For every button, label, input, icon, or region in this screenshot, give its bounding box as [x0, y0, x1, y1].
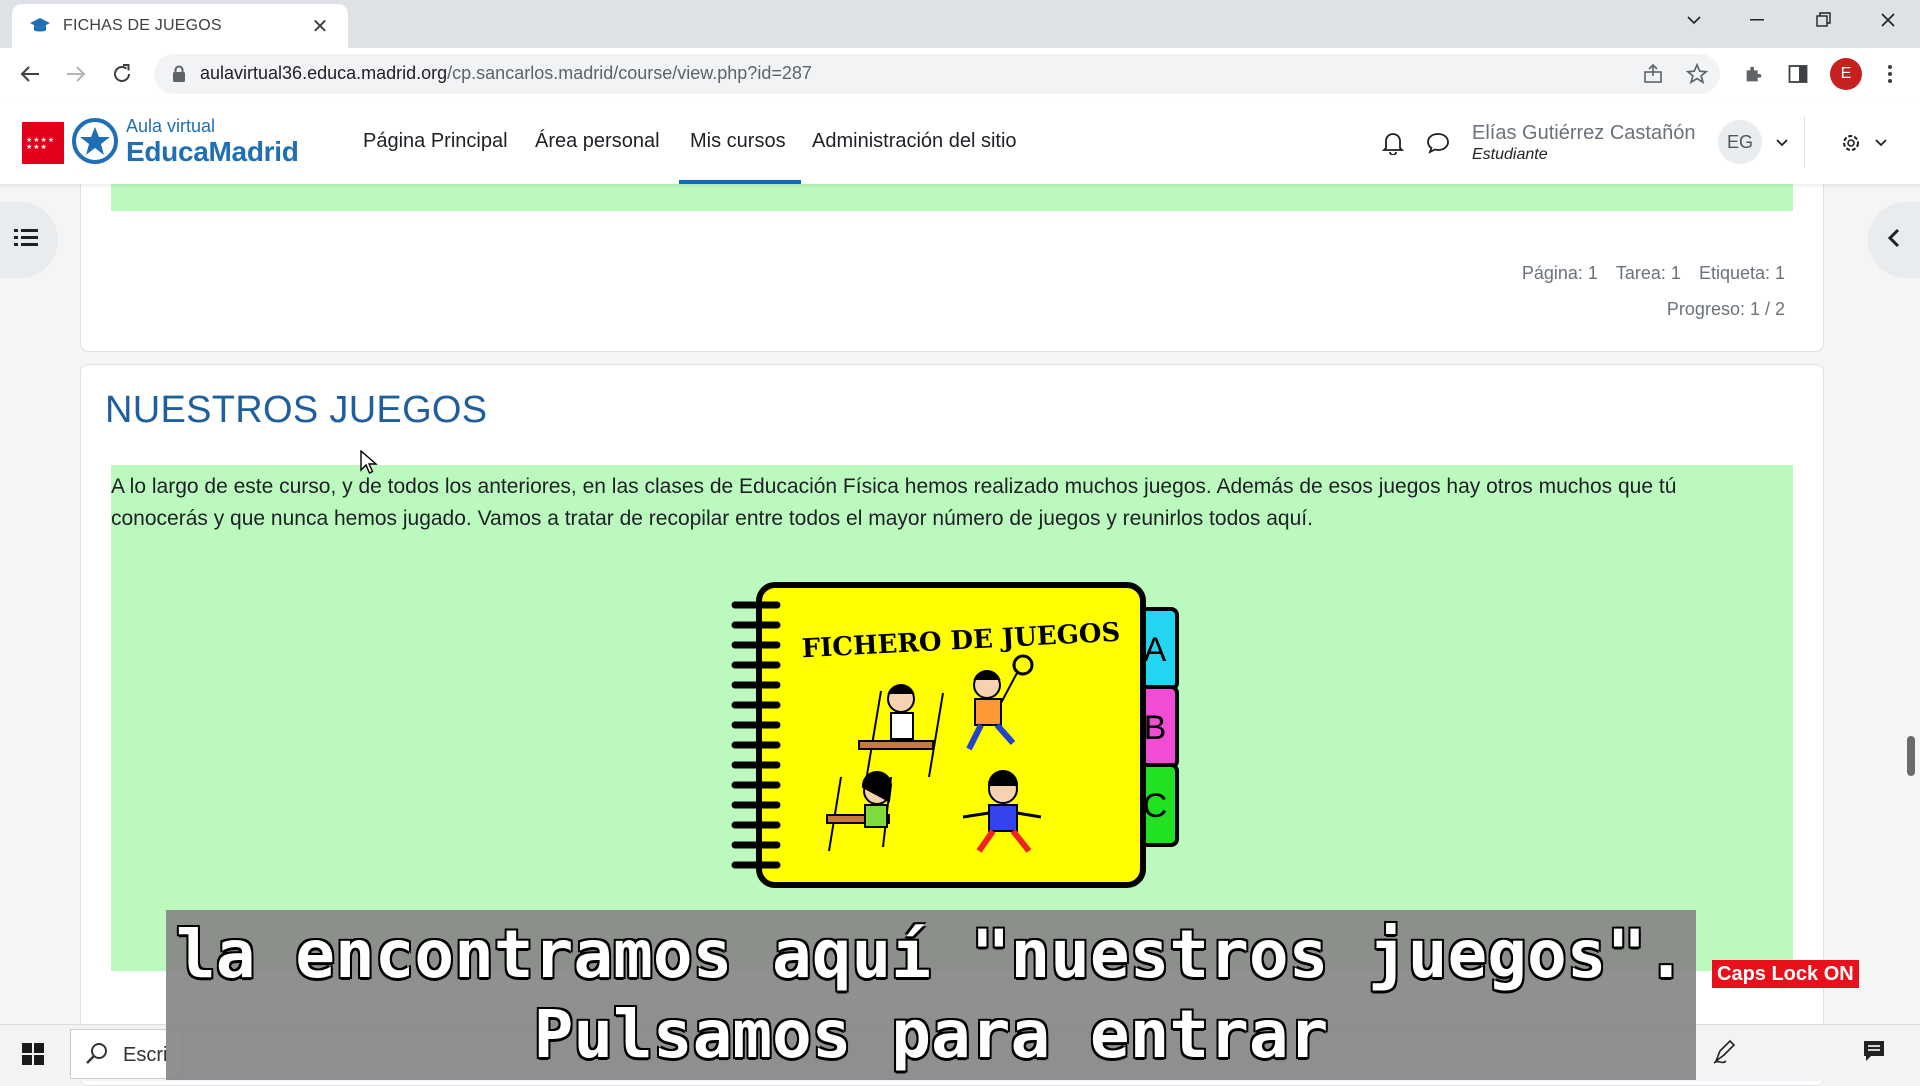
section-label: A lo largo de este curso, y de todos los… [111, 465, 1793, 971]
reload-icon[interactable] [108, 60, 136, 88]
subtitle-line-1: la encontramos aquí "nuestros juegos". [176, 916, 1686, 993]
window-close-icon[interactable] [1860, 0, 1916, 40]
back-icon[interactable] [16, 60, 44, 88]
section-title[interactable]: NUESTROS JUEGOS [105, 389, 487, 432]
list-icon [14, 228, 38, 253]
caps-lock-indicator: Caps Lock ON [1712, 960, 1859, 988]
user-avatar[interactable]: EG [1718, 120, 1762, 164]
subtitle-line-2: Pulsamos para entrar [533, 996, 1329, 1073]
search-text: Escri [123, 1044, 168, 1066]
browser-tab[interactable]: FICHAS DE JUEGOS ✕ [12, 4, 348, 48]
section-progress: Progreso: 1 / 2 [1666, 299, 1785, 319]
nav-area-personal[interactable]: Área personal [535, 130, 660, 153]
nav-active-indicator [679, 180, 801, 184]
nav-administracion[interactable]: Administración del sitio [812, 130, 1017, 153]
logo-subtitle[interactable]: Aula virtual [126, 116, 215, 137]
course-index-toggle[interactable] [0, 202, 58, 278]
windows-icon[interactable] [22, 1043, 44, 1070]
user-role: Estudiante [1472, 146, 1548, 163]
page-scrollbar-thumb[interactable] [1907, 736, 1915, 776]
profile-avatar[interactable]: E [1830, 58, 1862, 90]
gear-icon[interactable] [1838, 130, 1864, 156]
url-text[interactable]: aulavirtual36.educa.madrid.org/cp.sancar… [200, 63, 812, 84]
chevron-down-icon[interactable] [1769, 130, 1795, 156]
activity-counts: Página: 1 Tarea: 1 Etiqueta: 1 [1504, 263, 1785, 284]
pen-icon[interactable] [1712, 1039, 1738, 1070]
section-intro-text: A lo largo de este curso, y de todos los… [111, 475, 1677, 530]
count-pagina: Página: 1 [1521, 263, 1598, 283]
lock-icon[interactable] [172, 65, 186, 88]
count-tarea: Tarea: 1 [1615, 263, 1681, 283]
graduation-cap-icon [29, 15, 51, 37]
nav-mis-cursos[interactable]: Mis cursos [690, 130, 786, 153]
chat-icon[interactable] [1425, 130, 1451, 156]
forward-icon[interactable] [62, 60, 90, 88]
nav-pagina-principal[interactable]: Página Principal [363, 130, 508, 153]
minimize-icon[interactable] [1730, 0, 1786, 40]
tab-b-label: B [1144, 709, 1167, 747]
notifications-icon[interactable] [1862, 1039, 1886, 1068]
chevron-left-icon [1887, 228, 1901, 253]
menu-dots-icon[interactable] [1876, 60, 1904, 88]
extensions-icon[interactable] [1740, 60, 1768, 88]
comunidad-madrid-logo[interactable]: ★★★★ ★★★ [22, 122, 64, 164]
label-green-strip [111, 181, 1793, 211]
count-etiqueta: Etiqueta: 1 [1698, 263, 1785, 283]
block-drawer-toggle[interactable] [1868, 202, 1920, 278]
sidepanel-icon[interactable] [1784, 60, 1812, 88]
close-icon[interactable]: ✕ [306, 12, 334, 40]
tab-search-chevron-icon[interactable] [1666, 0, 1722, 40]
restore-icon[interactable] [1796, 0, 1852, 40]
logo-title[interactable]: EducaMadrid [126, 136, 299, 168]
tab-title: FICHAS DE JUEGOS [63, 17, 222, 34]
bell-icon[interactable] [1380, 130, 1406, 156]
search-icon [85, 1042, 109, 1071]
site-navbar: ★★★★ ★★★ Aula virtual EducaMadrid Página … [0, 100, 1920, 184]
nav-divider [1804, 116, 1805, 168]
browser-toolbar: aulavirtual36.educa.madrid.org/cp.sancar… [0, 48, 1920, 101]
educamadrid-logo-icon[interactable] [72, 118, 118, 164]
mouse-cursor-icon [360, 450, 378, 474]
user-name[interactable]: Elías Gutiérrez Castañón [1472, 122, 1695, 145]
share-icon[interactable] [1642, 63, 1664, 85]
chevron-down-icon[interactable] [1868, 130, 1894, 156]
browser-tabstrip: FICHAS DE JUEGOS ✕ [0, 0, 1920, 48]
star-icon[interactable] [1686, 63, 1708, 85]
tab-a-label: A [1144, 631, 1167, 669]
fichero-de-juegos-image[interactable]: A B C FICHERO DE JUEGOS [731, 581, 1191, 893]
logo-stars-icon: ★★★★ ★★★ [26, 137, 56, 151]
tab-c-label: C [1143, 787, 1168, 825]
video-subtitle: la encontramos aquí "nuestros juegos". P… [166, 910, 1696, 1080]
address-bar[interactable]: aulavirtual36.educa.madrid.org/cp.sancar… [154, 54, 1720, 94]
